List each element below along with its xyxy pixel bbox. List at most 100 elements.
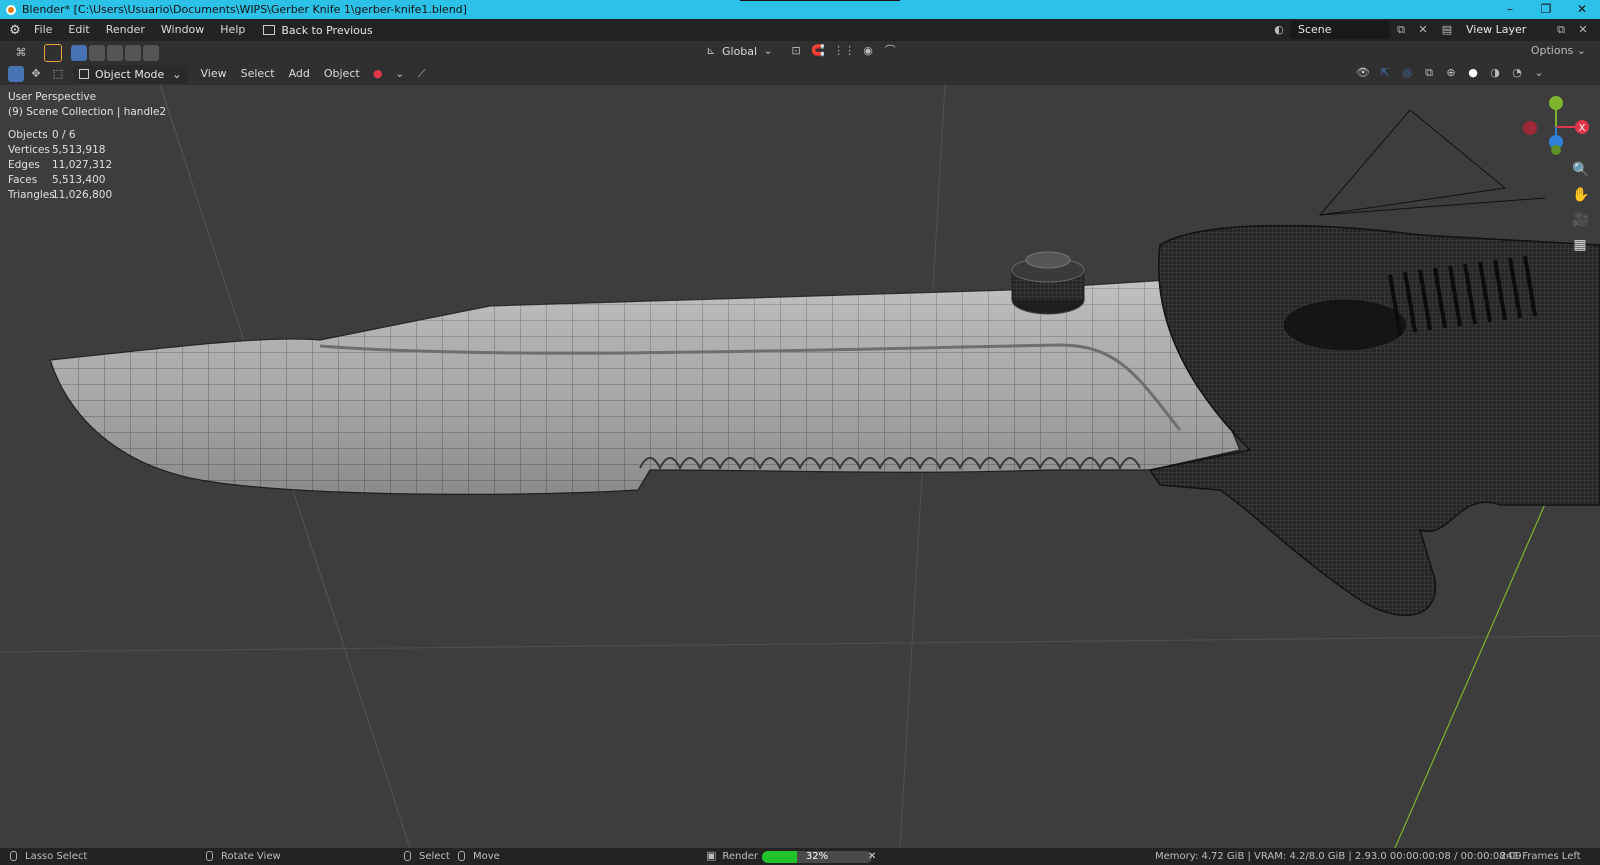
copy-view-layer-icon[interactable]: ⧉ — [1554, 23, 1568, 37]
restore-button[interactable]: ❐ — [1528, 0, 1564, 19]
remove-scene-icon[interactable]: ✕ — [1416, 23, 1430, 37]
menu-render[interactable]: Render — [98, 19, 153, 41]
copy-scene-icon[interactable]: ⧉ — [1394, 23, 1408, 37]
scene-statistics: Objects 0 / 6 Vertices 5,513,918 Edges 11,0… — [8, 128, 112, 203]
transform-tool-icon[interactable]: ⬚ — [51, 67, 65, 81]
view-layer-selector[interactable]: ▤ View Layer ⧉ ✕ — [1436, 21, 1594, 39]
overlays-icon[interactable]: ◎ — [1400, 66, 1414, 80]
tweak-tool-icon[interactable] — [8, 66, 24, 82]
falloff-icon[interactable]: ⌒ — [883, 44, 897, 58]
orientation-icon: ⊾ — [706, 44, 716, 57]
remove-view-layer-icon[interactable]: ✕ — [1576, 23, 1590, 37]
options-dropdown[interactable]: Options ⌄ — [1531, 44, 1586, 57]
menu-help[interactable]: Help — [212, 19, 253, 41]
select-new-icon[interactable] — [71, 45, 87, 61]
zoom-icon[interactable]: 🔍 — [1572, 162, 1589, 178]
render-progress-text: 32% — [805, 851, 829, 862]
chevron-down-icon: ⌄ — [172, 67, 182, 81]
orientation-label: Global — [722, 44, 758, 58]
pan-hand-icon[interactable]: ✋ — [1572, 187, 1589, 203]
transform-orientation[interactable]: ⊾ Global ⌄ ⊡ 🧲 ⋮⋮ ◉ ⌒ — [700, 44, 901, 58]
navigation-gizmo[interactable]: X — [1500, 90, 1596, 160]
window-controls: – ❐ ✕ — [1492, 0, 1600, 19]
pivot-point-icon[interactable]: ⊡ — [789, 44, 803, 58]
viewport-info: User Perspective (9) Scene Collection | … — [8, 90, 166, 120]
3d-viewport[interactable]: X — [0, 85, 1600, 848]
select-tool-icon[interactable] — [44, 44, 62, 62]
select-invert-icon[interactable] — [125, 45, 141, 61]
move-tool-icon[interactable]: ✥ — [29, 67, 43, 81]
minimize-button[interactable]: – — [1492, 0, 1528, 19]
menu-edit[interactable]: Edit — [60, 19, 97, 41]
proportional-edit-icon[interactable]: ◉ — [861, 44, 875, 58]
snap-target-icon[interactable]: ⋮⋮ — [833, 44, 855, 58]
y-axis-handle[interactable] — [1549, 96, 1563, 110]
gpencil-icon[interactable]: ⟋ — [415, 67, 429, 81]
scene-selector[interactable]: ◐ Scene ⧉ ✕ — [1268, 21, 1434, 39]
neg-y-axis-handle[interactable] — [1551, 145, 1561, 155]
stat-row: Triangles 11,026,800 — [8, 189, 113, 201]
back-to-previous-button[interactable]: Back to Previous — [263, 23, 373, 37]
handle-pivot — [1282, 298, 1408, 352]
status-rotate: Rotate View — [206, 848, 281, 865]
menu-select[interactable]: Select — [234, 63, 282, 85]
editor-type-icon[interactable]: ⌘ — [14, 46, 28, 60]
select-extend-icon[interactable] — [89, 45, 105, 61]
mouse-left-icon — [404, 851, 411, 861]
status-lasso: Lasso Select — [10, 848, 87, 865]
tool-settings-bar: ⌘ ⊾ Global ⌄ ⊡ 🧲 ⋮⋮ ◉ ⌒ Options ⌄ — [0, 41, 1600, 63]
select-subtract-icon[interactable] — [107, 45, 123, 61]
camera-view-icon[interactable]: 🎥 — [1572, 212, 1589, 228]
solid-shading-icon[interactable]: ● — [1466, 66, 1480, 80]
render-progress-bar: 32% — [762, 851, 872, 863]
window-title: Blender* [C:\Users\Usuario\Documents\WIP… — [22, 3, 467, 16]
menu-object[interactable]: Object — [317, 63, 367, 85]
object-mode-icon — [79, 69, 89, 79]
scene-field[interactable]: Scene — [1290, 21, 1390, 39]
menu-view[interactable]: View — [194, 63, 234, 85]
rendered-shading-icon[interactable]: ◔ — [1510, 66, 1524, 80]
menu-window[interactable]: Window — [153, 19, 212, 41]
blender-menu-icon[interactable]: ⚙ — [4, 23, 26, 38]
active-collection: (9) Scene Collection | handle2 — [8, 106, 167, 118]
view-layer-field[interactable]: View Layer — [1458, 21, 1550, 39]
stat-row: Vertices 5,513,918 — [8, 144, 106, 156]
blender-logo-icon — [6, 4, 16, 15]
viewport-header: ✥ ⬚ Object Mode ⌄ View Select Add Object… — [0, 63, 1600, 85]
select-intersect-icon[interactable] — [143, 45, 159, 61]
status-render: ▣ Render — [706, 849, 759, 862]
cancel-render-icon[interactable]: ✕ — [868, 848, 876, 865]
status-bar: Lasso Select Rotate View Select Move ▣ Re… — [0, 848, 1600, 865]
xray-icon[interactable]: ⧉ — [1422, 66, 1436, 80]
stat-row: Edges 11,027,312 — [8, 159, 113, 171]
mouse-left-icon — [10, 851, 17, 861]
material-icon[interactable]: ● — [371, 67, 385, 81]
wireframe-shading-icon[interactable]: ⊕ — [1444, 66, 1458, 80]
close-button[interactable]: ✕ — [1564, 0, 1600, 19]
status-select: Select — [404, 848, 450, 865]
menu-file[interactable]: File — [26, 19, 60, 41]
svg-text:X: X — [1579, 123, 1586, 134]
snap-icon[interactable]: 🧲 — [811, 44, 825, 58]
mouse-left-drag-icon — [458, 851, 465, 861]
options-label: Options — [1530, 44, 1574, 57]
grid-line — [0, 635, 1600, 653]
neg-x-axis-handle[interactable] — [1523, 121, 1537, 135]
render-icon: ▣ — [706, 849, 717, 862]
thumb-stud-cap — [1025, 251, 1071, 269]
mode-selector[interactable]: Object Mode ⌄ — [73, 65, 188, 83]
top-menu-bar: ⚙ File Edit Render Window Help Back to P… — [0, 19, 1600, 41]
status-move: Move — [458, 848, 500, 865]
curve-icon[interactable]: ⌄ — [393, 67, 407, 81]
chevron-down-icon[interactable]: ⌄ — [1532, 66, 1546, 80]
mouse-middle-icon — [206, 851, 213, 861]
perspective-toggle-icon[interactable]: ▦ — [1572, 237, 1588, 253]
view-name: User Perspective — [8, 91, 97, 103]
gizmo-icon[interactable]: ⇱ — [1378, 66, 1392, 80]
view-layer-icon: ▤ — [1441, 23, 1453, 36]
menu-add[interactable]: Add — [282, 63, 317, 85]
back-to-previous-label: Back to Previous — [281, 23, 373, 37]
visibility-icon[interactable]: 👁 — [1356, 66, 1370, 80]
memory-info: Memory: 4.72 GiB | VRAM: 4.2/8.0 GiB | 2… — [1155, 851, 1522, 862]
material-shading-icon[interactable]: ◑ — [1488, 66, 1502, 80]
